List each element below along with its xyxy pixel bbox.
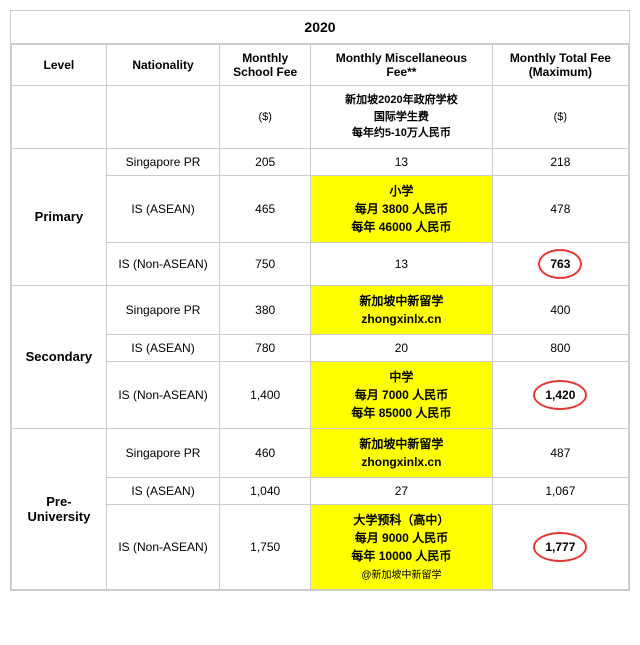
level-preuniv: Pre-University bbox=[12, 428, 107, 589]
header-level: Level bbox=[12, 45, 107, 86]
currency-total-fee: ($) bbox=[492, 86, 628, 149]
nationality-preuniv-1: IS (ASEAN) bbox=[106, 477, 220, 504]
annotation-primary-small: 小学每月 3800 人民币每年 46000 人民币 bbox=[311, 175, 493, 242]
misc-fee-preuniv-1: 27 bbox=[311, 477, 493, 504]
nationality-primary-1: IS (ASEAN) bbox=[106, 175, 220, 242]
header-nationality: Nationality bbox=[106, 45, 220, 86]
annotation-secondary-small: 中学每月 7000 人民币每年 85000 人民币 bbox=[311, 361, 493, 428]
currency-nationality bbox=[106, 86, 220, 149]
fee-table: Level Nationality Monthly School Fee Mon… bbox=[11, 44, 629, 590]
school-fee-primary-2: 750 bbox=[220, 242, 311, 285]
total-fee-preuniv-1: 1,067 bbox=[492, 477, 628, 504]
header-total-fee: Monthly Total Fee (Maximum) bbox=[492, 45, 628, 86]
nationality-secondary-1: IS (ASEAN) bbox=[106, 334, 220, 361]
nationality-secondary-0: Singapore PR bbox=[106, 285, 220, 334]
table-row: Secondary Singapore PR 380 新加坡中新留学zhongx… bbox=[12, 285, 629, 334]
nationality-preuniv-2: IS (Non-ASEAN) bbox=[106, 504, 220, 589]
total-fee-preuniv-2: 1,777 bbox=[492, 504, 628, 589]
school-fee-preuniv-0: 460 bbox=[220, 428, 311, 477]
circle-primary: 763 bbox=[538, 249, 582, 279]
misc-fee-primary-2: 13 bbox=[311, 242, 493, 285]
watermark: @新加坡中新留学 bbox=[361, 570, 441, 581]
school-fee-secondary-1: 780 bbox=[220, 334, 311, 361]
currency-school-fee: ($) bbox=[220, 86, 311, 149]
table-row: Pre-University Singapore PR 460 新加坡中新留学z… bbox=[12, 428, 629, 477]
school-fee-secondary-2: 1,400 bbox=[220, 361, 311, 428]
school-fee-primary-1: 465 bbox=[220, 175, 311, 242]
total-fee-secondary-2: 1,420 bbox=[492, 361, 628, 428]
annotation-preuniv-small: 大学预科（高中）每月 9000 人民币每年 10000 人民币@新加坡中新留学 bbox=[311, 504, 493, 589]
currency-level bbox=[12, 86, 107, 149]
level-secondary: Secondary bbox=[12, 285, 107, 428]
total-fee-primary-1: 478 bbox=[492, 175, 628, 242]
total-fee-secondary-1: 800 bbox=[492, 334, 628, 361]
nationality-primary-2: IS (Non-ASEAN) bbox=[106, 242, 220, 285]
total-fee-secondary-0: 400 bbox=[492, 285, 628, 334]
misc-fee-secondary-1: 20 bbox=[311, 334, 493, 361]
total-fee-primary-0: 218 bbox=[492, 148, 628, 175]
school-fee-preuniv-1: 1,040 bbox=[220, 477, 311, 504]
nationality-primary-0: Singapore PR bbox=[106, 148, 220, 175]
total-fee-primary-2: 763 bbox=[492, 242, 628, 285]
year-header: 2020 bbox=[11, 11, 629, 44]
header-misc-fee: Monthly Miscellaneous Fee** bbox=[311, 45, 493, 86]
annotation-secondary-main: 新加坡中新留学zhongxinlx.cn bbox=[311, 285, 493, 334]
level-primary: Primary bbox=[12, 148, 107, 285]
header-school-fee: Monthly School Fee bbox=[220, 45, 311, 86]
circle-secondary: 1,420 bbox=[533, 380, 587, 410]
main-container: 2020 Level Nationality Monthly School Fe… bbox=[10, 10, 630, 591]
nationality-secondary-2: IS (Non-ASEAN) bbox=[106, 361, 220, 428]
annotation-primary-main: 新加坡2020年政府学校国际学生费每年约5-10万人民币 bbox=[311, 86, 493, 149]
circle-preuniv: 1,777 bbox=[533, 532, 587, 562]
school-fee-secondary-0: 380 bbox=[220, 285, 311, 334]
total-fee-preuniv-0: 487 bbox=[492, 428, 628, 477]
misc-fee-primary-0: 13 bbox=[311, 148, 493, 175]
school-fee-primary-0: 205 bbox=[220, 148, 311, 175]
nationality-preuniv-0: Singapore PR bbox=[106, 428, 220, 477]
table-row: Primary Singapore PR 205 13 218 bbox=[12, 148, 629, 175]
school-fee-preuniv-2: 1,750 bbox=[220, 504, 311, 589]
annotation-preuniv-main: 新加坡中新留学zhongxinlx.cn bbox=[311, 428, 493, 477]
